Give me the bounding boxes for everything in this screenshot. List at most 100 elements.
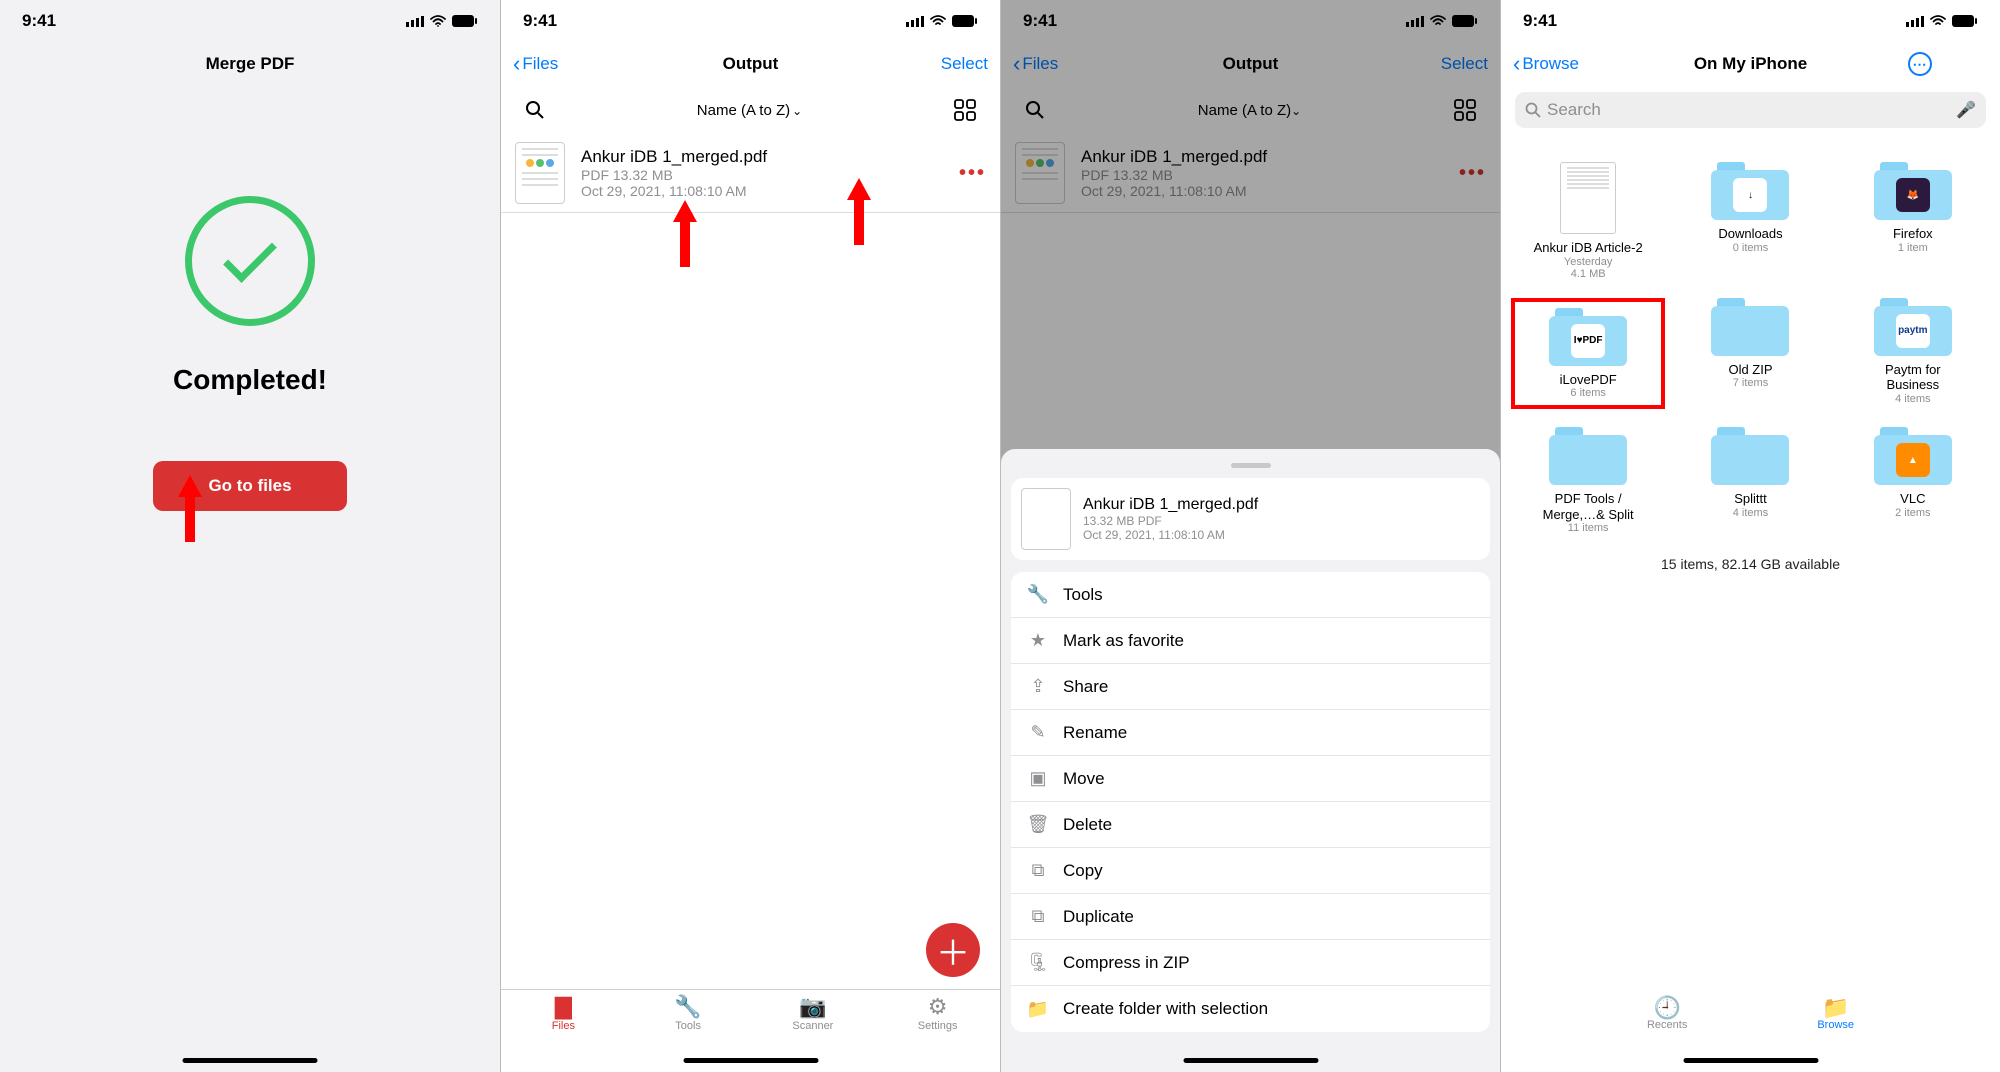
menu-item-icon: 🗜	[1025, 952, 1051, 973]
file-row[interactable]: Ankur iDB 1_merged.pdf PDF 13.32 MB Oct …	[501, 134, 1000, 213]
pdf-thumbnail-icon	[1021, 488, 1071, 550]
menu-item-share[interactable]: ⇪Share	[1011, 664, 1490, 710]
file-date: Oct 29, 2021, 11:08:10 AM	[581, 183, 959, 199]
item-meta: 0 items	[1733, 242, 1768, 254]
grid-item[interactable]: I♥PDF iLovePDF6 items	[1511, 298, 1665, 410]
menu-item-icon: 🗑	[1025, 814, 1051, 835]
tab-recents[interactable]: 🕘Recents	[1647, 995, 1687, 1031]
chevron-left-icon: ‹	[513, 51, 520, 77]
item-meta: 4 items	[1895, 393, 1930, 405]
annotation-arrow-icon	[178, 475, 202, 542]
sort-selector[interactable]: Name (A to Z)⌄	[697, 102, 802, 119]
menu-item-icon: ⧉	[1025, 906, 1051, 927]
screen-output-list: 9:41 ‹Files Output Select Name (A to Z)⌄…	[500, 0, 1000, 1072]
grid-item[interactable]: 🦊Firefox1 item	[1836, 162, 1990, 280]
chevron-down-icon: ⌄	[792, 104, 802, 118]
screen-merge-complete: 9:41 Merge PDF Completed! Go to files	[0, 0, 500, 1072]
file-date: Oct 29, 2021, 11:08:10 AM	[1083, 528, 1258, 542]
menu-item-duplicate[interactable]: ⧉Duplicate	[1011, 894, 1490, 940]
storage-summary: 15 items, 82.14 GB available	[1501, 556, 2000, 572]
back-button[interactable]: ‹Browse	[1513, 51, 1593, 77]
tab-settings[interactable]: ⚙Settings	[875, 994, 1000, 1072]
battery-icon	[452, 15, 478, 27]
clock: 9:41	[523, 11, 557, 31]
home-indicator	[183, 1058, 318, 1063]
file-name: Ankur iDB 1_merged.pdf	[1083, 496, 1258, 514]
tab-browse[interactable]: 📁Browse	[1817, 995, 1854, 1031]
tab-files[interactable]: ▇Files	[501, 994, 626, 1072]
grid-item[interactable]: paytmPaytm for Business4 items	[1836, 298, 1990, 410]
menu-item-label: Rename	[1063, 723, 1127, 743]
document-icon	[1560, 162, 1616, 234]
nav-bar: ‹Browse On My iPhone ⋯	[1501, 42, 2000, 86]
search-field[interactable]: Search 🎤	[1515, 92, 1986, 128]
nav-bar: ‹Files Output Select	[501, 42, 1000, 86]
file-size: 13.32 MB PDF	[1083, 514, 1258, 528]
gear-icon: ⚙	[928, 994, 948, 1020]
menu-item-label: Compress in ZIP	[1063, 953, 1190, 973]
grid-item[interactable]: Old ZIP7 items	[1673, 298, 1827, 410]
add-fab-button[interactable]: ＋	[926, 923, 980, 977]
folder-icon	[1549, 427, 1627, 485]
menu-item-icon: ▣	[1025, 768, 1051, 789]
more-options-button[interactable]: •••	[959, 162, 986, 185]
item-name: VLC	[1900, 491, 1925, 507]
item-name: iLovePDF	[1560, 372, 1617, 388]
item-name: Old ZIP	[1728, 362, 1772, 378]
back-button[interactable]: ‹Files	[513, 51, 593, 77]
menu-item-mark-as-favorite[interactable]: ★Mark as favorite	[1011, 618, 1490, 664]
nav-title: On My iPhone	[1694, 54, 1807, 74]
menu-item-create-folder-with-selection[interactable]: 📁Create folder with selection	[1011, 986, 1490, 1032]
grid-item[interactable]: ▲VLC2 items	[1836, 427, 1990, 534]
menu-item-tools[interactable]: 🔧Tools	[1011, 572, 1490, 618]
menu-item-label: Tools	[1063, 585, 1103, 605]
success-check-icon	[185, 196, 315, 326]
grid-item[interactable]: Splittt4 items	[1673, 427, 1827, 534]
menu-item-icon: 📁	[1025, 999, 1051, 1020]
item-meta: 4.1 MB	[1571, 268, 1606, 280]
item-meta: 4 items	[1733, 507, 1768, 519]
menu-item-icon: ⧉	[1025, 860, 1051, 881]
home-indicator	[1683, 1058, 1818, 1063]
sheet-grabber[interactable]	[1231, 463, 1271, 468]
nav-title: Output	[723, 54, 779, 74]
search-placeholder: Search	[1547, 100, 1956, 120]
chevron-left-icon: ‹	[1513, 51, 1520, 77]
menu-item-copy[interactable]: ⧉Copy	[1011, 848, 1490, 894]
menu-item-rename[interactable]: ✎Rename	[1011, 710, 1490, 756]
wifi-icon	[430, 15, 446, 27]
folder-icon	[1711, 298, 1789, 356]
folder-icon: 📁	[1822, 995, 1849, 1019]
select-button[interactable]: Select	[908, 54, 988, 74]
folder-icon: ▲	[1874, 427, 1952, 485]
home-indicator	[1183, 1058, 1318, 1063]
grid-item[interactable]: ↓Downloads0 items	[1673, 162, 1827, 280]
status-right	[406, 15, 478, 27]
menu-item-delete[interactable]: 🗑Delete	[1011, 802, 1490, 848]
search-icon	[1525, 102, 1541, 118]
item-meta: 6 items	[1570, 387, 1605, 399]
menu-item-icon: ⇪	[1025, 676, 1051, 697]
action-sheet: Ankur iDB 1_merged.pdf 13.32 MB PDF Oct …	[1001, 449, 1500, 1072]
folder-icon: I♥PDF	[1549, 308, 1627, 366]
folder-icon: paytm	[1874, 298, 1952, 356]
dictation-icon[interactable]: 🎤	[1956, 100, 1976, 120]
wrench-icon: 🔧	[674, 994, 701, 1020]
item-name: Downloads	[1718, 226, 1782, 242]
grid-item[interactable]: Ankur iDB Article-2Yesterday4.1 MB	[1511, 162, 1665, 280]
search-icon[interactable]	[525, 100, 545, 120]
action-menu: 🔧Tools★Mark as favorite⇪Share✎Rename▣Mov…	[1011, 572, 1490, 1032]
grid-item[interactable]: PDF Tools / Merge,…& Split11 items	[1511, 427, 1665, 534]
menu-item-move[interactable]: ▣Move	[1011, 756, 1490, 802]
files-grid: Ankur iDB Article-2Yesterday4.1 MB↓Downl…	[1501, 138, 2000, 534]
folder-icon: ▇	[555, 994, 572, 1020]
file-name: Ankur iDB 1_merged.pdf	[581, 147, 959, 167]
ellipsis-circle-icon: ⋯	[1908, 52, 1932, 76]
menu-item-compress-in-zip[interactable]: 🗜 Compress in ZIP	[1011, 940, 1490, 986]
annotation-arrow-icon	[673, 200, 697, 267]
sheet-file-header: Ankur iDB 1_merged.pdf 13.32 MB PDF Oct …	[1011, 478, 1490, 560]
screen-files-browse: 9:41 ‹Browse On My iPhone ⋯ Search 🎤 Ank…	[1500, 0, 2000, 1072]
item-meta: 11 items	[1568, 522, 1609, 534]
more-menu-button[interactable]: ⋯	[1908, 52, 1988, 76]
grid-view-icon[interactable]	[954, 99, 976, 121]
